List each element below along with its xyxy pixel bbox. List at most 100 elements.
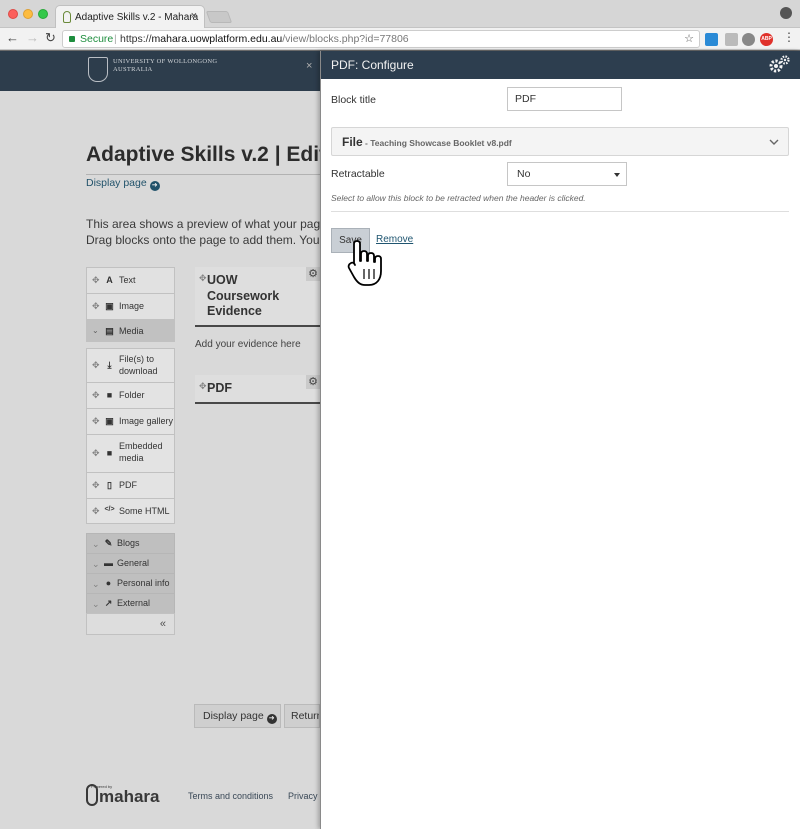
block-title-input[interactable]: PDF	[507, 87, 622, 111]
privacy-link[interactable]: Privacy s	[288, 791, 320, 801]
chevron-down-icon: ⌄	[92, 539, 100, 549]
palette-item-label: Image gallery	[119, 416, 174, 426]
intro-line: Drag blocks onto the page to add them. Y…	[86, 232, 320, 247]
intro-line: This area shows a preview of what your p…	[86, 217, 320, 231]
spacer	[86, 524, 175, 533]
url-text[interactable]: https://mahara.uowplatform.edu.au/view/b…	[120, 31, 409, 47]
adblock-icon[interactable]: ABP	[760, 33, 773, 46]
close-icon[interactable]: ×	[306, 60, 312, 72]
user-icon: ●	[105, 578, 112, 588]
url-scheme: https://	[120, 33, 152, 45]
palette-item-image-gallery[interactable]: ✥ ▣ Image gallery	[86, 408, 175, 434]
palette-item-files[interactable]: ✥ ⤓ File(s) to download	[86, 348, 175, 382]
drag-icon: ✥	[92, 416, 100, 426]
block-uow-coursework-evidence[interactable]: ✥ UOW Coursework Evidence ⚙	[195, 267, 320, 327]
extension-icon[interactable]	[705, 33, 718, 46]
drag-icon: ✥	[92, 275, 100, 285]
chevron-down-icon: ⌄	[92, 599, 100, 609]
drag-icon[interactable]: ✥	[199, 381, 207, 392]
palette-item-some-html[interactable]: ✥ </> Some HTML	[86, 498, 175, 524]
return-button[interactable]: Return	[284, 704, 320, 728]
text-icon: A	[106, 275, 113, 285]
url-host: mahara.uowplatform.edu.au	[151, 33, 283, 45]
block-content: Add your evidence here	[195, 339, 301, 350]
palette-category-blogs[interactable]: ⌄ ✎ Blogs	[86, 533, 175, 553]
retractable-select[interactable]: No	[507, 162, 627, 186]
video-icon: ■	[106, 448, 113, 458]
file-label: File	[342, 135, 363, 149]
back-icon[interactable]: ←	[6, 30, 19, 46]
forward-icon[interactable]: →	[26, 30, 39, 46]
palette-category-personal-info[interactable]: ⌄ ● Personal info	[86, 573, 175, 593]
tab-bar: Adaptive Skills v.2 - Mahara ×	[0, 0, 800, 29]
profile-icon[interactable]	[780, 7, 792, 19]
extension-icon[interactable]	[725, 33, 738, 46]
palette-item-image[interactable]: ✥ ▣ Image	[86, 293, 175, 319]
palette-item-text[interactable]: ✥ A Text	[86, 267, 175, 293]
palette-item-label: File(s) to download	[119, 354, 158, 376]
palette-category-label: Personal info	[117, 578, 170, 588]
code-icon: </>	[104, 506, 115, 513]
block-title: PDF	[207, 381, 232, 395]
mahara-wordmark: mahara	[99, 787, 160, 806]
minimize-window-button[interactable]	[23, 9, 33, 19]
block-pdf[interactable]: ✥ PDF ⚙	[195, 375, 320, 404]
display-page-button[interactable]: Display page ➜	[194, 704, 281, 728]
file-section-toggle[interactable]: File - Teaching Showcase Booklet v8.pdf	[331, 127, 789, 156]
palette-category-general[interactable]: ⌄ ▬ General	[86, 553, 175, 573]
display-page-link[interactable]: Display page ➜	[86, 177, 160, 191]
palette-item-pdf[interactable]: ✥ ▯ PDF	[86, 472, 175, 498]
palette-category-external[interactable]: ⌄ ↗ External	[86, 593, 175, 613]
palette-category-label: Media	[119, 326, 144, 336]
new-tab-button[interactable]	[205, 11, 233, 23]
terms-link[interactable]: Terms and conditions	[188, 791, 273, 801]
secure-label: Secure	[80, 33, 114, 45]
reload-icon[interactable]: ↻	[45, 30, 56, 46]
palette-item-label: Embedded media	[119, 441, 163, 463]
drag-icon: ✥	[92, 301, 100, 311]
gears-icon[interactable]	[767, 54, 791, 76]
button-label: Display page	[203, 710, 264, 722]
browser-tab[interactable]: Adaptive Skills v.2 - Mahara ×	[55, 5, 205, 29]
collapse-palette-button[interactable]: «	[86, 613, 175, 635]
palette-item-folder[interactable]: ✥ ■ Folder	[86, 382, 175, 408]
retractable-label: Retractable	[331, 168, 385, 180]
url-path: /view/blocks.php?id=77806	[282, 33, 409, 45]
gear-icon[interactable]: ⚙	[306, 267, 320, 281]
image-icon: ▣	[105, 301, 114, 311]
palette-category-label: General	[117, 558, 150, 568]
film-icon: ▤	[105, 326, 114, 336]
drag-icon: ✥	[92, 506, 100, 516]
pdf-file-icon: ▯	[107, 480, 112, 490]
hand-pointer-icon	[347, 240, 382, 286]
panel-header: PDF: Configure	[321, 51, 800, 79]
palette-item-embedded-media[interactable]: ✥ ■ Embedded media	[86, 434, 175, 472]
maximize-window-button[interactable]	[38, 9, 48, 19]
menu-icon[interactable]: ⋮	[783, 30, 795, 44]
external-link-icon: ↗	[104, 598, 113, 608]
favicon-icon	[63, 11, 71, 23]
close-window-button[interactable]	[8, 9, 18, 19]
extension-icon[interactable]	[742, 33, 755, 46]
configure-panel: PDF: Configure Block title PDF File - Te…	[320, 51, 800, 829]
tab-close-icon[interactable]: ×	[191, 10, 197, 22]
drag-icon: ✥	[92, 480, 100, 490]
chevron-down-icon: ⌄	[92, 579, 100, 589]
palette-category-label: External	[117, 598, 151, 608]
file-section-heading: File - Teaching Showcase Booklet v8.pdf	[342, 135, 512, 149]
logo-text: UNIVERSITY OF WOLLONGONG AUSTRALIA	[113, 58, 218, 73]
arrow-right-icon: ➜	[266, 714, 277, 724]
block-palette: ✥ A Text ✥ ▣ Image ⌄ ▤ Media ✥ ⤓ File(s)…	[86, 267, 175, 635]
panel-title: PDF: Configure	[331, 58, 414, 72]
address-bar[interactable]: Secure | https://mahara.uowplatform.edu.…	[62, 30, 700, 48]
arrow-right-icon: ➜	[149, 181, 160, 191]
star-icon[interactable]: ☆	[684, 31, 694, 47]
palette-item-label: PDF	[119, 480, 137, 490]
download-icon: ⤓	[107, 360, 112, 370]
gear-icon[interactable]: ⚙	[306, 375, 320, 389]
drag-icon[interactable]: ✥	[199, 273, 207, 284]
palette-category-label: Blogs	[117, 538, 140, 548]
palette-category-media[interactable]: ⌄ ▤ Media	[86, 319, 175, 342]
mahara-logo[interactable]: Powered by mahara	[86, 782, 166, 808]
palette-item-label: Text	[119, 275, 136, 285]
